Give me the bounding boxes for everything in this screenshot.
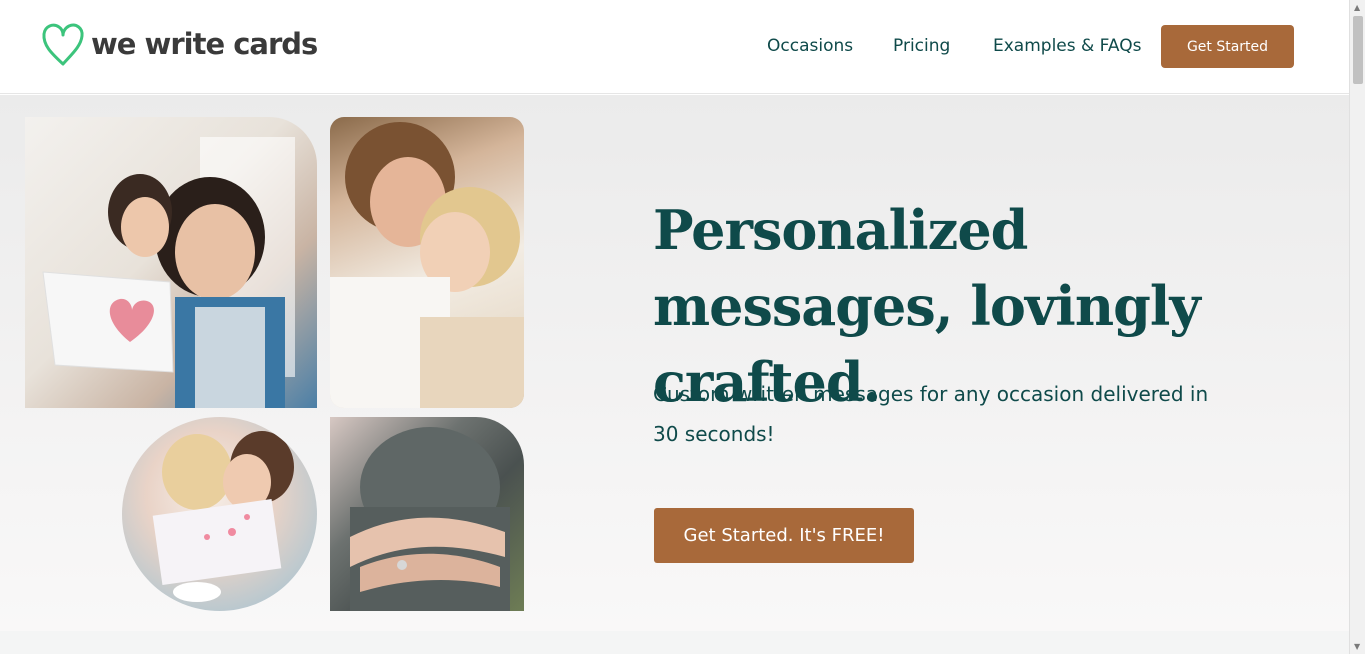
nav-examples-faqs[interactable]: Examples & FAQs xyxy=(993,36,1141,56)
nav-pricing[interactable]: Pricing xyxy=(893,36,950,56)
page-scrollbar[interactable]: ▲ ▼ xyxy=(1349,0,1365,654)
scrollbar-thumb[interactable] xyxy=(1353,16,1363,84)
scroll-down-arrow-icon[interactable]: ▼ xyxy=(1354,642,1360,651)
site-header: we write cards Occasions Pricing Example… xyxy=(0,0,1349,94)
photo-hug xyxy=(330,417,524,611)
heart-icon xyxy=(42,23,84,66)
hero-subtext: Custom written messages for any occasion… xyxy=(653,382,1209,446)
brand-logo[interactable]: we write cards xyxy=(41,20,318,68)
photo-women-with-card xyxy=(122,417,317,611)
next-section xyxy=(0,631,1349,654)
photo-couple-in-bed xyxy=(330,117,524,408)
get-started-free-button[interactable]: Get Started. It's FREE! xyxy=(654,508,914,563)
nav-occasions[interactable]: Occasions xyxy=(767,36,853,56)
brand-name: we write cards xyxy=(91,27,318,61)
get-started-button[interactable]: Get Started xyxy=(1161,25,1294,68)
scroll-up-arrow-icon[interactable]: ▲ xyxy=(1354,3,1360,12)
photo-mother-daughter-card xyxy=(25,117,317,408)
